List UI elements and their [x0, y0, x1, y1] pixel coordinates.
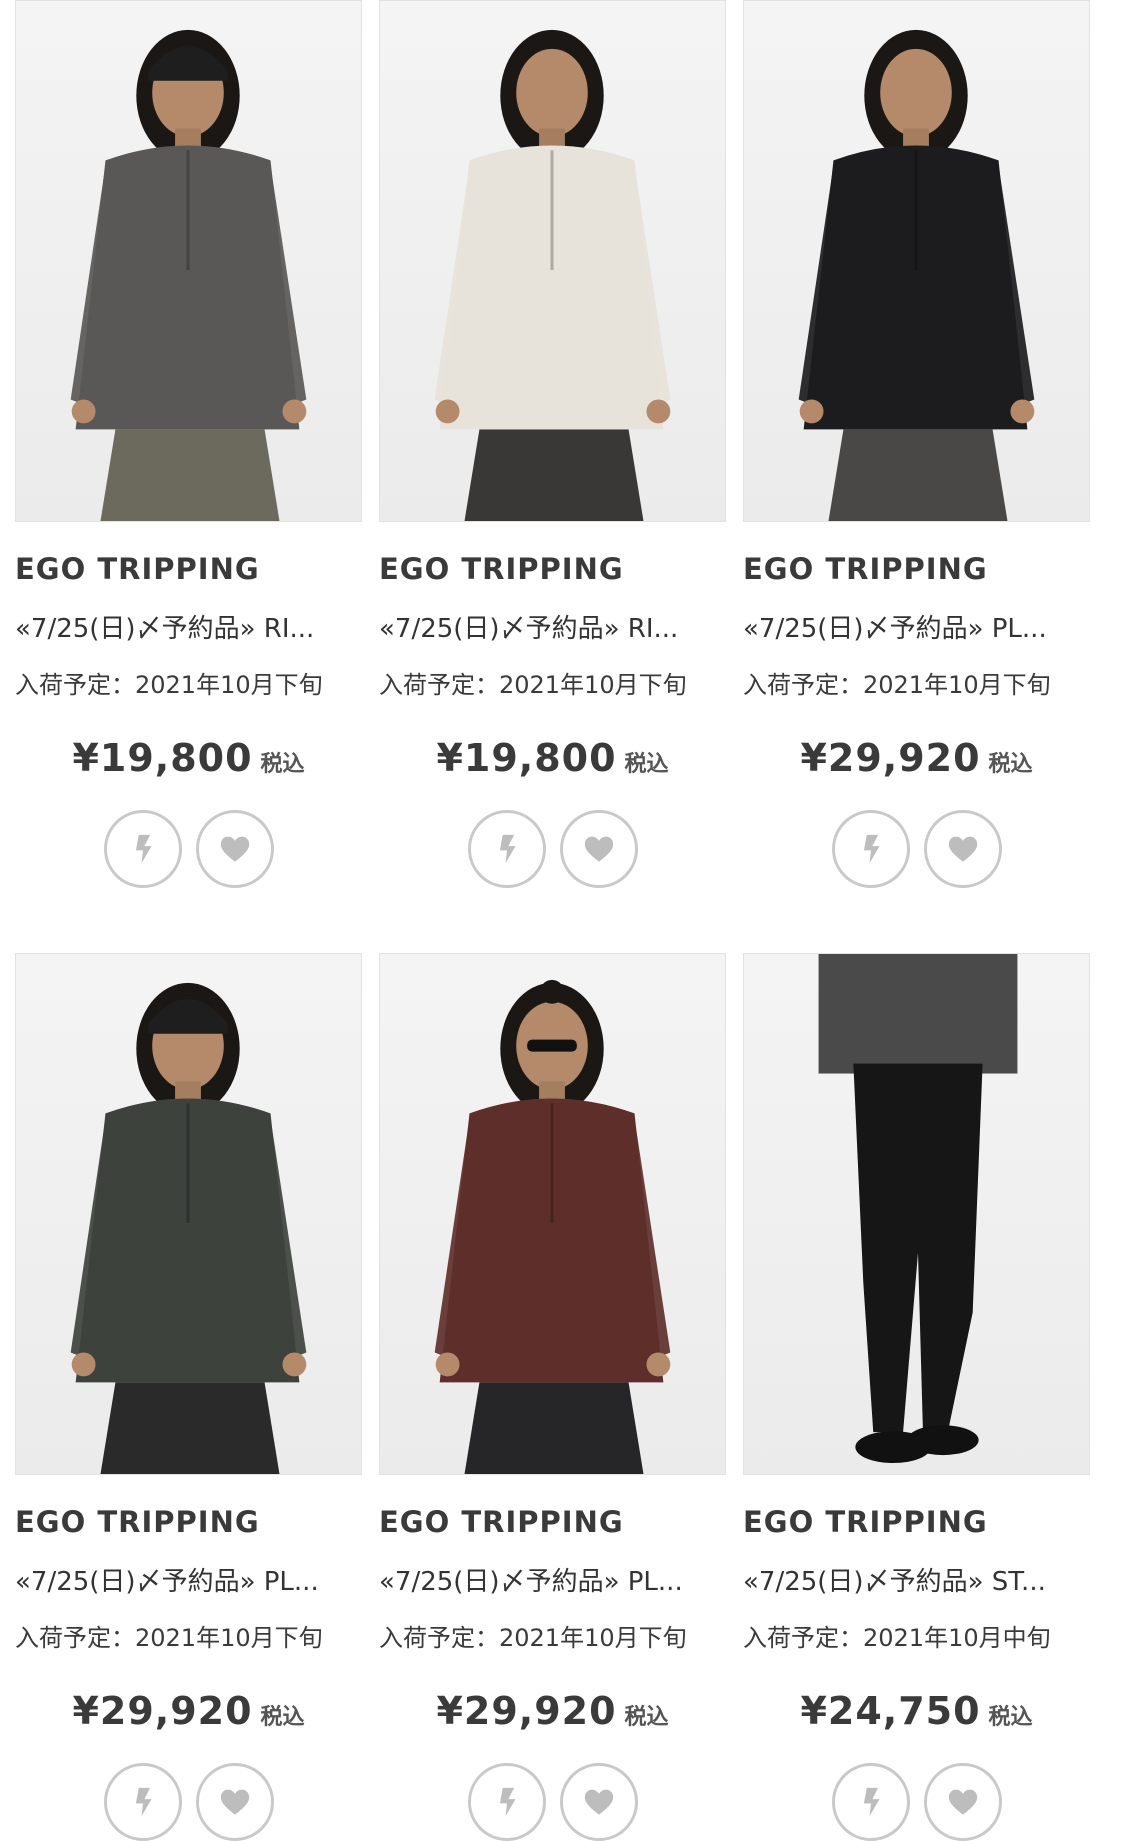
- card-actions: [743, 810, 1090, 888]
- product-card[interactable]: EGO TRIPPING «7/25(日)〆予約品» RI... 入荷予定：20…: [15, 0, 362, 888]
- price-row: ¥19,800 税込: [379, 736, 726, 780]
- product-title[interactable]: «7/25(日)〆予約品» PL...: [743, 608, 1090, 645]
- tax-label: 税込: [624, 752, 669, 777]
- lightning-icon: [135, 1787, 151, 1817]
- card-actions: [15, 1763, 362, 1841]
- product-image[interactable]: [743, 953, 1090, 1475]
- arrival-date: 入荷予定：2021年10月下旬: [743, 671, 1051, 699]
- price-row: ¥19,800 税込: [15, 736, 362, 780]
- price-row: ¥29,920 税込: [15, 1689, 362, 1733]
- tax-label: 税込: [260, 752, 305, 777]
- heart-icon: [220, 1789, 249, 1815]
- favorite-button[interactable]: [195, 810, 274, 888]
- quick-buy-button[interactable]: [831, 810, 910, 888]
- product-price: ¥19,800: [72, 736, 253, 780]
- product-brand[interactable]: EGO TRIPPING: [743, 552, 1090, 586]
- product-title[interactable]: «7/25(日)〆予約品» RI...: [379, 608, 726, 645]
- product-brand[interactable]: EGO TRIPPING: [379, 1505, 726, 1539]
- lightning-icon: [499, 1787, 515, 1817]
- tax-label: 税込: [988, 1705, 1033, 1730]
- price-row: ¥29,920 税込: [379, 1689, 726, 1733]
- model-photo-illustration: [70, 29, 307, 521]
- model-photo-illustration: [434, 979, 671, 1474]
- arrival-date: 入荷予定：2021年10月中旬: [743, 1624, 1051, 1652]
- product-title[interactable]: «7/25(日)〆予約品» PL...: [15, 1561, 362, 1598]
- product-image[interactable]: [743, 0, 1090, 522]
- model-photo-illustration: [70, 982, 307, 1474]
- lightning-icon: [863, 834, 879, 864]
- arrival-date: 入荷予定：2021年10月下旬: [379, 671, 687, 699]
- product-card[interactable]: EGO TRIPPING «7/25(日)〆予約品» ST... 入荷予定：20…: [743, 953, 1090, 1841]
- product-price: ¥19,800: [436, 736, 617, 780]
- product-price: ¥29,920: [72, 1689, 253, 1733]
- model-photo-illustration: [434, 29, 671, 521]
- product-image[interactable]: [15, 953, 362, 1475]
- card-actions: [379, 1763, 726, 1841]
- arrival-date: 入荷予定：2021年10月下旬: [15, 671, 323, 699]
- product-brand[interactable]: EGO TRIPPING: [15, 552, 362, 586]
- product-title[interactable]: «7/25(日)〆予約品» ST...: [743, 1561, 1090, 1598]
- price-row: ¥24,750 税込: [743, 1689, 1090, 1733]
- product-price: ¥29,920: [800, 736, 981, 780]
- heart-icon: [948, 836, 977, 862]
- product-image[interactable]: [15, 0, 362, 522]
- product-price: ¥29,920: [436, 1689, 617, 1733]
- card-actions: [743, 1763, 1090, 1841]
- arrival-date: 入荷予定：2021年10月下旬: [15, 1624, 323, 1652]
- model-photo-illustration: [818, 954, 1018, 1464]
- lightning-icon: [863, 1787, 879, 1817]
- quick-buy-button[interactable]: [103, 1763, 182, 1841]
- heart-icon: [948, 1789, 977, 1815]
- favorite-button[interactable]: [195, 1763, 274, 1841]
- favorite-button[interactable]: [559, 1763, 638, 1841]
- quick-buy-button[interactable]: [467, 810, 546, 888]
- product-card[interactable]: EGO TRIPPING «7/25(日)〆予約品» RI... 入荷予定：20…: [379, 0, 726, 888]
- tax-label: 税込: [260, 1705, 305, 1730]
- quick-buy-button[interactable]: [831, 1763, 910, 1841]
- product-card[interactable]: EGO TRIPPING «7/25(日)〆予約品» PL... 入荷予定：20…: [379, 953, 726, 1841]
- favorite-button[interactable]: [559, 810, 638, 888]
- favorite-button[interactable]: [923, 810, 1002, 888]
- product-image[interactable]: [379, 0, 726, 522]
- price-row: ¥29,920 税込: [743, 736, 1090, 780]
- arrival-date: 入荷予定：2021年10月下旬: [379, 1624, 687, 1652]
- favorite-button[interactable]: [923, 1763, 1002, 1841]
- quick-buy-button[interactable]: [467, 1763, 546, 1841]
- product-card[interactable]: EGO TRIPPING «7/25(日)〆予約品» PL... 入荷予定：20…: [743, 0, 1090, 888]
- tax-label: 税込: [988, 752, 1033, 777]
- model-photo-illustration: [798, 29, 1035, 521]
- product-brand[interactable]: EGO TRIPPING: [15, 1505, 362, 1539]
- product-card[interactable]: EGO TRIPPING «7/25(日)〆予約品» PL... 入荷予定：20…: [15, 953, 362, 1841]
- tax-label: 税込: [624, 1705, 669, 1730]
- heart-icon: [584, 1789, 613, 1815]
- card-actions: [379, 810, 726, 888]
- heart-icon: [584, 836, 613, 862]
- product-brand[interactable]: EGO TRIPPING: [743, 1505, 1090, 1539]
- product-brand[interactable]: EGO TRIPPING: [379, 552, 726, 586]
- lightning-icon: [135, 834, 151, 864]
- quick-buy-button[interactable]: [103, 810, 182, 888]
- heart-icon: [220, 836, 249, 862]
- card-actions: [15, 810, 362, 888]
- lightning-icon: [499, 834, 515, 864]
- product-price: ¥24,750: [800, 1689, 981, 1733]
- product-grid: EGO TRIPPING «7/25(日)〆予約品» RI... 入荷予定：20…: [15, 0, 1115, 1841]
- product-title[interactable]: «7/25(日)〆予約品» RI...: [15, 608, 362, 645]
- product-title[interactable]: «7/25(日)〆予約品» PL...: [379, 1561, 726, 1598]
- product-image[interactable]: [379, 953, 726, 1475]
